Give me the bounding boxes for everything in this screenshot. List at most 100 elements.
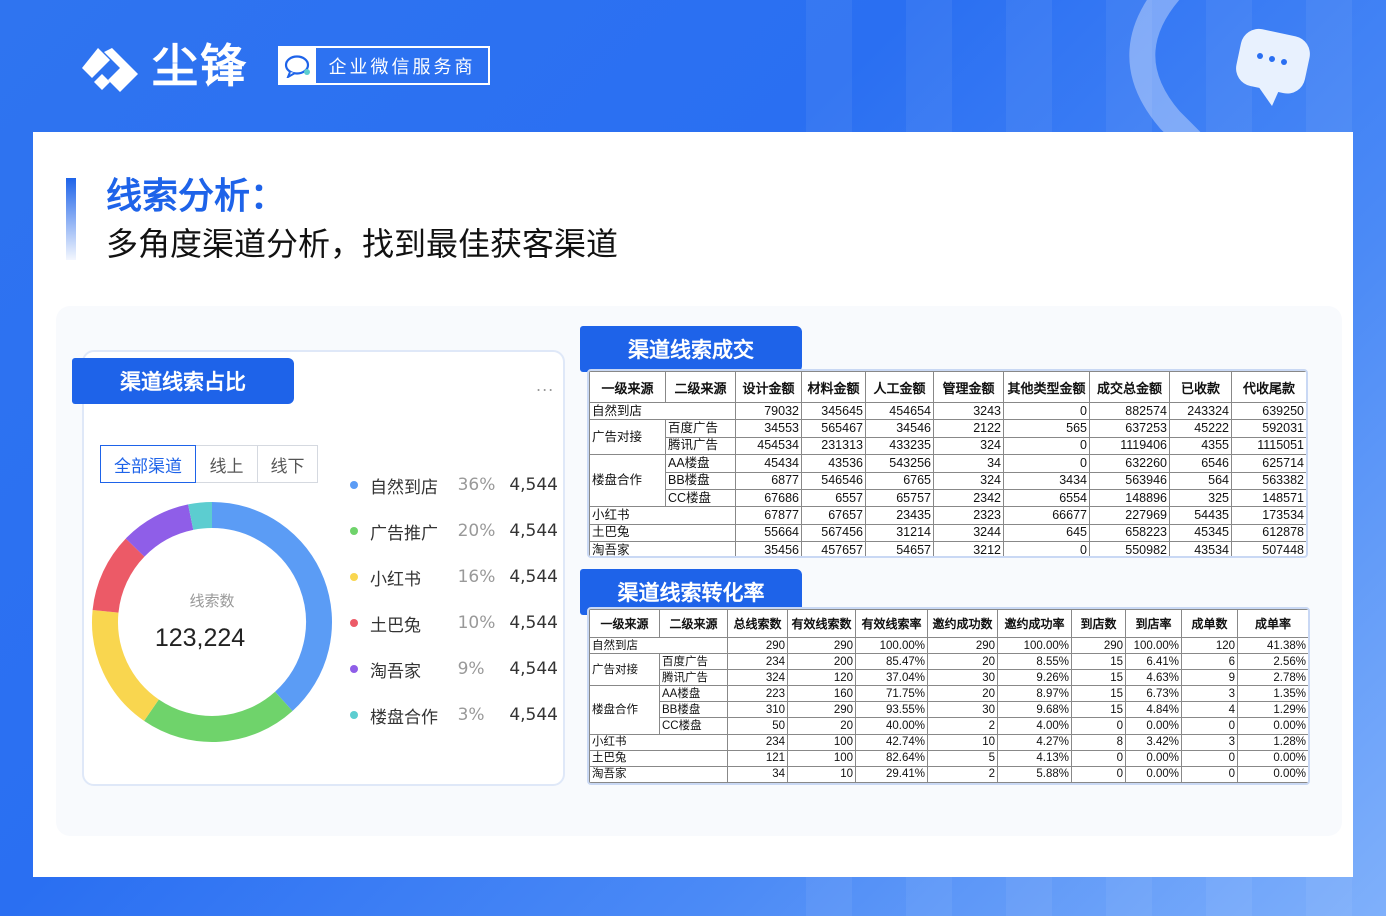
table-row: 腾讯广告 324 120 37.04% 30 9.26% 15 4.63% 9 2.78%	[590, 669, 1308, 687]
value-cell: 0	[1181, 717, 1238, 735]
legend-item[interactable]: 淘吾家 9% 4,544	[348, 646, 558, 692]
filter-all-channels[interactable]: 全部渠道	[100, 445, 196, 483]
value-cell: 79032	[735, 401, 802, 421]
legend-item[interactable]: 楼盘合作 3% 4,544	[348, 692, 558, 738]
sub-source-cell: 百度广告	[659, 653, 728, 671]
sub-source-cell: AA楼盘	[665, 454, 736, 473]
value-cell: 234	[727, 733, 788, 751]
value-cell: 3243	[933, 401, 1004, 421]
column-header: 成交总金额	[1089, 371, 1170, 403]
value-cell: 23435	[865, 506, 934, 525]
value-cell: 66677	[1003, 506, 1090, 525]
value-cell: 2.56%	[1237, 653, 1308, 671]
value-cell: 82.64%	[855, 749, 928, 767]
value-cell: 100.00%	[1125, 636, 1182, 655]
legend-item[interactable]: 小红书 16% 4,544	[348, 554, 558, 600]
value-cell: 30	[927, 701, 998, 719]
value-cell: 93.55%	[855, 701, 928, 719]
value-cell: 67686	[735, 488, 802, 508]
value-cell: 30	[927, 669, 998, 687]
value-cell: 20	[927, 653, 998, 671]
value-cell: 9	[1181, 669, 1238, 687]
filter-online[interactable]: 线上	[195, 445, 258, 483]
value-cell: 45434	[735, 454, 802, 473]
value-cell: 55664	[735, 523, 802, 543]
value-cell: 457657	[801, 541, 866, 556]
legend-pct: 36%	[457, 475, 496, 495]
source-cell: 小红书	[589, 733, 728, 751]
value-cell: 3.42%	[1125, 733, 1182, 751]
value-cell: 2342	[933, 488, 1004, 508]
column-header: 人工金额	[865, 371, 934, 403]
more-menu-icon[interactable]: ...	[536, 376, 554, 395]
column-header: 代收尾款	[1231, 371, 1306, 403]
value-cell: 345645	[801, 401, 866, 421]
value-cell: 9.68%	[997, 701, 1072, 719]
donut-slice-3	[92, 609, 160, 721]
donut-center-value: 123,224	[155, 624, 245, 652]
value-cell: 8.97%	[997, 685, 1072, 703]
legend-item[interactable]: 自然到店 36% 4,544	[348, 462, 558, 508]
table-row: BB楼盘 6877 546546 6765 324 3434 563946 564 563382	[590, 471, 1306, 490]
badge-text: 企业微信服务商	[328, 56, 476, 78]
legend-name: 小红书	[369, 569, 421, 590]
value-cell: 45222	[1169, 419, 1232, 438]
sub-source-cell: 百度广告	[665, 419, 736, 438]
legend-item[interactable]: 广告推广 20% 4,544	[348, 508, 558, 554]
value-cell: 20	[787, 717, 856, 735]
value-cell: 592031	[1231, 419, 1306, 438]
value-cell: 65757	[865, 488, 934, 508]
legend-dot	[350, 619, 358, 627]
chenfeng-logo-icon	[82, 48, 138, 92]
value-cell: 6.73%	[1125, 685, 1182, 703]
table-header-row: 一级来源 二级来源 总线索数 有效线索数 有效线索率 邀约成功数 邀约成功率 到店数 到店率 成单…	[589, 609, 1308, 638]
value-cell: 20	[927, 685, 998, 703]
legend-dot	[350, 665, 358, 673]
donut-slice-2	[144, 691, 293, 742]
filter-offline[interactable]: 线下	[257, 445, 318, 483]
value-cell: 9.26%	[997, 669, 1072, 687]
table-row: 土巴兔 55664 567456 31214 3244 645 658223 45345 612…	[589, 523, 1306, 543]
channel-share-tag: 渠道线索占比	[72, 358, 294, 404]
deal-table: 一级来源 二级来源 设计金额 材料金额 人工金额 管理金额 其他类型金额 成交总金额 已收款 代收…	[589, 371, 1306, 556]
sub-source-cell: BB楼盘	[659, 701, 728, 719]
value-cell: 1.28%	[1237, 733, 1308, 751]
value-cell: 454534	[735, 436, 802, 456]
value-cell: 433235	[865, 436, 934, 456]
value-cell: 40.00%	[855, 717, 928, 735]
sub-source-cell: BB楼盘	[665, 471, 736, 490]
column-header: 邀约成功数	[927, 609, 998, 638]
value-cell: 0	[1071, 717, 1126, 735]
value-cell: 2	[927, 717, 998, 735]
value-cell: 10	[787, 765, 856, 783]
value-cell: 45345	[1169, 523, 1232, 543]
donut-slice-6	[188, 502, 213, 530]
value-cell: 3	[1181, 733, 1238, 751]
legend-item[interactable]: 土巴兔 10% 4,544	[348, 600, 558, 646]
value-cell: 507448	[1231, 541, 1306, 556]
value-cell: 3434	[1003, 471, 1090, 490]
legend-name: 土巴兔	[369, 615, 421, 636]
value-cell: 67657	[801, 506, 866, 525]
page-title: 线索分析：	[106, 176, 287, 217]
value-cell: 324	[727, 669, 788, 687]
legend-pct: 16%	[457, 567, 496, 587]
wecom-chat-icon	[280, 48, 316, 83]
source-cell: 小红书	[589, 506, 736, 525]
value-cell: 290	[1071, 636, 1126, 655]
value-cell: 0	[1003, 436, 1090, 456]
table-row: 楼盘合作 AA楼盘 223 160 71.75% 20 8.97% 15 6.73% 3 1.35%	[589, 685, 1308, 735]
source-cell: 楼盘合作	[589, 685, 660, 735]
legend-pct: 9%	[457, 659, 485, 679]
donut-center-label: 线索数	[189, 593, 234, 610]
value-cell: 550982	[1089, 541, 1170, 556]
value-cell: 34	[933, 454, 1004, 473]
source-cell: 自然到店	[589, 401, 736, 421]
column-header: 有效线索数	[787, 609, 856, 638]
value-cell: 2	[927, 765, 998, 783]
value-cell: 563382	[1231, 471, 1306, 490]
table-row: 淘吾家 35456 457657 54657 3212 0 550982 43534 50744…	[589, 541, 1306, 556]
value-cell: 882574	[1089, 401, 1170, 421]
value-cell: 567456	[801, 523, 866, 543]
value-cell: 8	[1071, 733, 1126, 751]
